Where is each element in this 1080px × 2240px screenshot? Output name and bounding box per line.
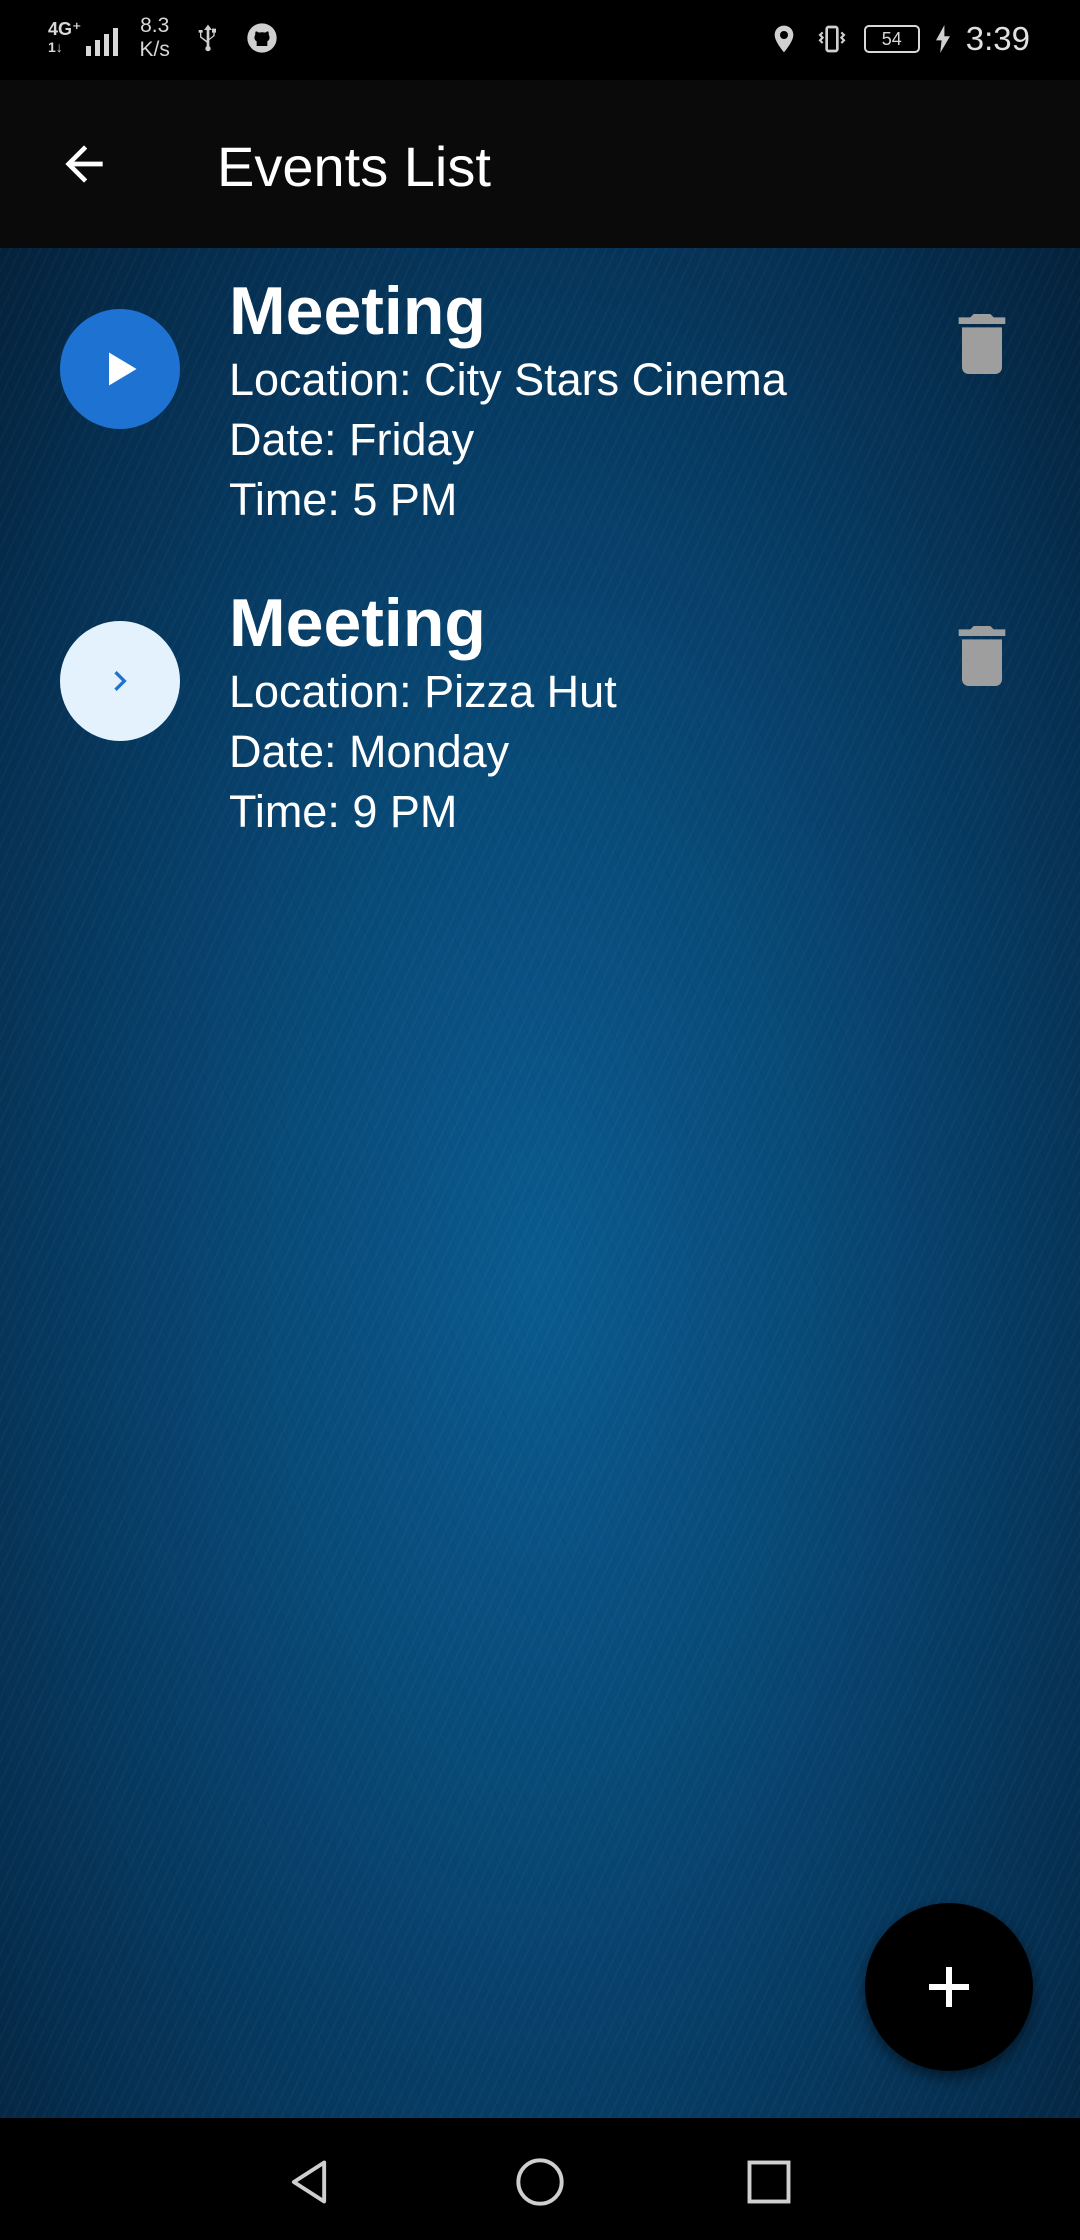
status-left: 4G⁺ 1↓ 8.3 K/s <box>48 14 278 62</box>
signal-icon <box>85 24 118 56</box>
system-nav-bar <box>0 2118 1080 2240</box>
event-avatar-playing[interactable] <box>60 309 180 429</box>
event-location: Location: Pizza Hut <box>229 666 617 717</box>
github-icon <box>247 23 277 53</box>
usb-icon <box>198 24 216 52</box>
event-avatar-idle[interactable] <box>60 621 180 741</box>
trash-icon[interactable] <box>956 314 1008 374</box>
app-bar: Events List <box>0 80 1080 248</box>
charging-icon <box>935 25 950 53</box>
event-title: Meeting <box>229 585 486 661</box>
status-bar: 4G⁺ 1↓ 8.3 K/s 54 3:39 <box>0 0 1080 80</box>
trash-icon[interactable] <box>956 626 1008 686</box>
event-time: Time: 5 PM <box>229 474 458 525</box>
event-date: Date: Friday <box>229 414 475 465</box>
play-icon <box>109 352 137 386</box>
event-time: Time: 9 PM <box>229 786 458 837</box>
event-details: Meeting Location: City Stars Cinema Date… <box>229 272 787 530</box>
location-icon <box>774 25 794 53</box>
vibrate-icon <box>818 25 846 53</box>
add-event-button[interactable] <box>865 1903 1033 2071</box>
events-list: Meeting Location: City Stars Cinema Date… <box>0 248 1080 2118</box>
network-sub: 1↓ <box>48 39 63 55</box>
clock: 3:39 <box>965 20 1030 57</box>
event-location: Location: City Stars Cinema <box>229 354 787 405</box>
nav-home-icon[interactable] <box>514 2156 566 2208</box>
chevron-right-icon <box>114 671 127 691</box>
back-arrow-icon[interactable] <box>56 136 112 192</box>
status-right: 54 3:39 <box>768 20 1030 58</box>
event-title: Meeting <box>229 273 486 349</box>
page-title: Events List <box>217 135 491 198</box>
network-speed: 8.3 K/s <box>140 14 170 62</box>
nav-back-icon[interactable] <box>283 2156 335 2208</box>
nav-recents-icon[interactable] <box>743 2156 795 2208</box>
speed-unit: K/s <box>139 38 170 61</box>
event-item[interactable]: Meeting Location: Pizza Hut Date: Monday… <box>0 560 1080 860</box>
speed-value: 8.3 <box>140 14 170 37</box>
event-date: Date: Monday <box>229 726 510 777</box>
event-item[interactable]: Meeting Location: City Stars Cinema Date… <box>0 248 1080 548</box>
plus-icon <box>929 1967 969 2007</box>
battery-indicator: 54 <box>863 25 920 53</box>
network-type: 4G⁺ <box>48 19 82 39</box>
event-details: Meeting Location: Pizza Hut Date: Monday… <box>229 584 617 842</box>
network-indicator: 4G⁺ 1↓ <box>48 20 118 56</box>
